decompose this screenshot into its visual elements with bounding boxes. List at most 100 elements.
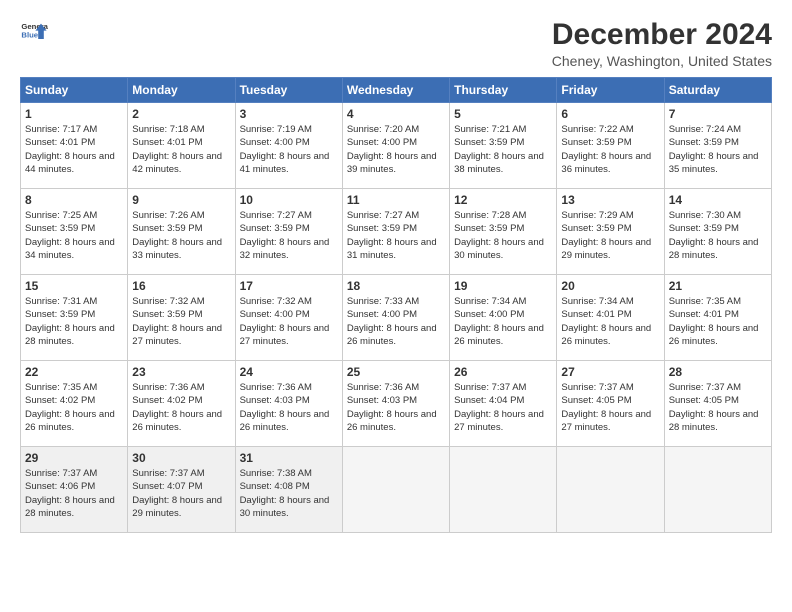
calendar-cell: 5Sunrise: 7:21 AMSunset: 3:59 PMDaylight…: [450, 103, 557, 189]
cell-content: Sunrise: 7:31 AMSunset: 3:59 PMDaylight:…: [25, 295, 123, 348]
calendar-week-row: 1 Sunrise: 7:17 AMSunset: 4:01 PMDaylight…: [21, 103, 772, 189]
day-number: 2: [132, 107, 230, 121]
day-number: 20: [561, 279, 659, 293]
day-number: 12: [454, 193, 552, 207]
cell-content: Sunrise: 7:22 AMSunset: 3:59 PMDaylight:…: [561, 123, 659, 176]
day-number: 13: [561, 193, 659, 207]
day-number: 10: [240, 193, 338, 207]
cell-content: Sunrise: 7:36 AMSunset: 4:03 PMDaylight:…: [240, 381, 338, 434]
calendar-cell: 8 Sunrise: 7:25 AMSunset: 3:59 PMDaylight…: [21, 189, 128, 275]
day-number: 25: [347, 365, 445, 379]
calendar-cell: 14 Sunrise: 7:30 AMSunset: 3:59 PMDayligh…: [664, 189, 771, 275]
day-number: 7: [669, 107, 767, 121]
cell-content: Sunrise: 7:35 AMSunset: 4:01 PMDaylight:…: [669, 295, 767, 348]
calendar-page: General Blue December 2024 Cheney, Washi…: [0, 0, 792, 612]
day-header-sunday: Sunday: [21, 78, 128, 103]
calendar-cell: 7 Sunrise: 7:24 AMSunset: 3:59 PMDaylight…: [664, 103, 771, 189]
calendar-cell: [450, 447, 557, 533]
calendar-week-row: 8 Sunrise: 7:25 AMSunset: 3:59 PMDaylight…: [21, 189, 772, 275]
day-number: 16: [132, 279, 230, 293]
day-number: 14: [669, 193, 767, 207]
calendar-cell: 31Sunrise: 7:38 AMSunset: 4:08 PMDayligh…: [235, 447, 342, 533]
svg-text:Blue: Blue: [21, 31, 38, 40]
day-number: 17: [240, 279, 338, 293]
day-number: 6: [561, 107, 659, 121]
month-title: December 2024: [552, 18, 772, 51]
cell-content: Sunrise: 7:30 AMSunset: 3:59 PMDaylight:…: [669, 209, 767, 262]
day-number: 8: [25, 193, 123, 207]
day-number: 23: [132, 365, 230, 379]
day-number: 22: [25, 365, 123, 379]
calendar-cell: 1 Sunrise: 7:17 AMSunset: 4:01 PMDaylight…: [21, 103, 128, 189]
calendar-table: SundayMondayTuesdayWednesdayThursdayFrid…: [20, 77, 772, 533]
location: Cheney, Washington, United States: [552, 53, 772, 69]
cell-content: Sunrise: 7:34 AMSunset: 4:00 PMDaylight:…: [454, 295, 552, 348]
cell-content: Sunrise: 7:34 AMSunset: 4:01 PMDaylight:…: [561, 295, 659, 348]
title-area: December 2024 Cheney, Washington, United…: [552, 18, 772, 69]
day-number: 30: [132, 451, 230, 465]
logo: General Blue: [20, 18, 48, 46]
calendar-cell: 10 Sunrise: 7:27 AMSunset: 3:59 PMDayligh…: [235, 189, 342, 275]
cell-content: Sunrise: 7:18 AMSunset: 4:01 PMDaylight:…: [132, 123, 230, 176]
cell-content: Sunrise: 7:20 AMSunset: 4:00 PMDaylight:…: [347, 123, 445, 176]
header: General Blue December 2024 Cheney, Washi…: [20, 18, 772, 69]
day-number: 26: [454, 365, 552, 379]
day-number: 27: [561, 365, 659, 379]
cell-content: Sunrise: 7:38 AMSunset: 4:08 PMDaylight:…: [240, 467, 338, 520]
calendar-cell: 17 Sunrise: 7:32 AMSunset: 4:00 PMDayligh…: [235, 275, 342, 361]
calendar-cell: 22 Sunrise: 7:35 AMSunset: 4:02 PMDayligh…: [21, 361, 128, 447]
cell-content: Sunrise: 7:29 AMSunset: 3:59 PMDaylight:…: [561, 209, 659, 262]
calendar-cell: 27Sunrise: 7:37 AMSunset: 4:05 PMDayligh…: [557, 361, 664, 447]
cell-content: Sunrise: 7:33 AMSunset: 4:00 PMDaylight:…: [347, 295, 445, 348]
cell-content: Sunrise: 7:25 AMSunset: 3:59 PMDaylight:…: [25, 209, 123, 262]
cell-content: Sunrise: 7:36 AMSunset: 4:02 PMDaylight:…: [132, 381, 230, 434]
cell-content: Sunrise: 7:27 AMSunset: 3:59 PMDaylight:…: [240, 209, 338, 262]
calendar-cell: [342, 447, 449, 533]
calendar-cell: [664, 447, 771, 533]
cell-content: Sunrise: 7:32 AMSunset: 4:00 PMDaylight:…: [240, 295, 338, 348]
calendar-cell: 25 Sunrise: 7:36 AMSunset: 4:03 PMDayligh…: [342, 361, 449, 447]
day-header-monday: Monday: [128, 78, 235, 103]
calendar-cell: 12 Sunrise: 7:28 AMSunset: 3:59 PMDayligh…: [450, 189, 557, 275]
cell-content: Sunrise: 7:19 AMSunset: 4:00 PMDaylight:…: [240, 123, 338, 176]
calendar-cell: 28Sunrise: 7:37 AMSunset: 4:05 PMDayligh…: [664, 361, 771, 447]
cell-content: Sunrise: 7:37 AMSunset: 4:06 PMDaylight:…: [25, 467, 123, 520]
calendar-cell: 3 Sunrise: 7:19 AMSunset: 4:00 PMDaylight…: [235, 103, 342, 189]
calendar-cell: 20 Sunrise: 7:34 AMSunset: 4:01 PMDayligh…: [557, 275, 664, 361]
cell-content: Sunrise: 7:35 AMSunset: 4:02 PMDaylight:…: [25, 381, 123, 434]
day-number: 3: [240, 107, 338, 121]
calendar-cell: 11 Sunrise: 7:27 AMSunset: 3:59 PMDayligh…: [342, 189, 449, 275]
day-number: 24: [240, 365, 338, 379]
cell-content: Sunrise: 7:17 AMSunset: 4:01 PMDaylight:…: [25, 123, 123, 176]
cell-content: Sunrise: 7:24 AMSunset: 3:59 PMDaylight:…: [669, 123, 767, 176]
day-number: 15: [25, 279, 123, 293]
calendar-cell: 13 Sunrise: 7:29 AMSunset: 3:59 PMDayligh…: [557, 189, 664, 275]
cell-content: Sunrise: 7:27 AMSunset: 3:59 PMDaylight:…: [347, 209, 445, 262]
day-number: 29: [25, 451, 123, 465]
day-number: 5: [454, 107, 552, 121]
day-number: 21: [669, 279, 767, 293]
calendar-week-row: 15 Sunrise: 7:31 AMSunset: 3:59 PMDayligh…: [21, 275, 772, 361]
calendar-cell: 9Sunrise: 7:26 AMSunset: 3:59 PMDaylight…: [128, 189, 235, 275]
cell-content: Sunrise: 7:37 AMSunset: 4:05 PMDaylight:…: [669, 381, 767, 434]
calendar-cell: 30 Sunrise: 7:37 AMSunset: 4:07 PMDayligh…: [128, 447, 235, 533]
calendar-cell: 19Sunrise: 7:34 AMSunset: 4:00 PMDayligh…: [450, 275, 557, 361]
day-header-saturday: Saturday: [664, 78, 771, 103]
calendar-cell: 29 Sunrise: 7:37 AMSunset: 4:06 PMDayligh…: [21, 447, 128, 533]
general-blue-icon: General Blue: [20, 18, 48, 46]
day-number: 1: [25, 107, 123, 121]
cell-content: Sunrise: 7:36 AMSunset: 4:03 PMDaylight:…: [347, 381, 445, 434]
calendar-header-row: SundayMondayTuesdayWednesdayThursdayFrid…: [21, 78, 772, 103]
calendar-cell: 16 Sunrise: 7:32 AMSunset: 3:59 PMDayligh…: [128, 275, 235, 361]
day-header-friday: Friday: [557, 78, 664, 103]
calendar-cell: [557, 447, 664, 533]
calendar-cell: 6 Sunrise: 7:22 AMSunset: 3:59 PMDaylight…: [557, 103, 664, 189]
cell-content: Sunrise: 7:28 AMSunset: 3:59 PMDaylight:…: [454, 209, 552, 262]
day-number: 11: [347, 193, 445, 207]
day-header-thursday: Thursday: [450, 78, 557, 103]
cell-content: Sunrise: 7:37 AMSunset: 4:04 PMDaylight:…: [454, 381, 552, 434]
cell-content: Sunrise: 7:32 AMSunset: 3:59 PMDaylight:…: [132, 295, 230, 348]
calendar-cell: 26 Sunrise: 7:37 AMSunset: 4:04 PMDayligh…: [450, 361, 557, 447]
cell-content: Sunrise: 7:37 AMSunset: 4:07 PMDaylight:…: [132, 467, 230, 520]
calendar-week-row: 22 Sunrise: 7:35 AMSunset: 4:02 PMDayligh…: [21, 361, 772, 447]
